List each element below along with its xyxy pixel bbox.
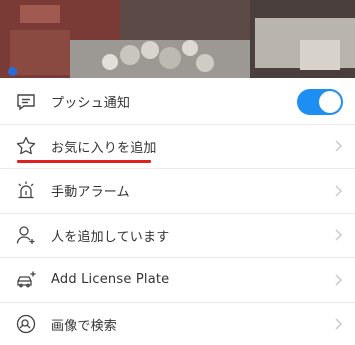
chevron-right-icon [333,184,343,198]
message-square-icon [15,91,37,113]
camera-preview[interactable] [0,0,355,78]
menu-item-label: 画像で検索 [51,318,118,334]
menu-item-label: プッシュ通知 [51,96,131,112]
chevron-right-icon [333,317,343,331]
image-search-icon [15,313,37,335]
camera-scene [0,0,355,78]
menu-item-add-favorite[interactable]: お気に入りを追加 [0,124,355,169]
chevron-right-icon [333,228,343,242]
person-add-icon [15,224,37,246]
menu-item-image-search[interactable]: 画像で検索 [0,302,355,345]
menu-item-label: 人を追加しています [51,229,170,245]
menu-item-add-license-plate[interactable]: Add License Plate [0,258,355,303]
toggle-knob [319,90,341,113]
chevron-right-icon [333,139,343,153]
menu-item-label: 手動アラーム [51,185,130,201]
push-notification-toggle[interactable] [297,88,343,115]
car-add-icon [15,269,37,291]
menu-item-label: お気に入りを追加 [51,140,157,156]
highlight-underline [17,159,151,163]
menu-item-add-person[interactable]: 人を追加しています [0,213,355,258]
menu-item-manual-alarm[interactable]: 手動アラーム [0,169,355,214]
star-icon [15,135,37,157]
live-indicator-icon [8,67,17,76]
menu-item-push-notification: プッシュ通知 [0,80,355,125]
alarm-bell-icon [15,180,37,202]
settings-menu: プッシュ通知 お気に入りを追加 手動アラーム 人を追加しています Add Lic… [0,80,355,345]
menu-item-label: Add License Plate [51,272,170,288]
chevron-right-icon [333,273,343,287]
